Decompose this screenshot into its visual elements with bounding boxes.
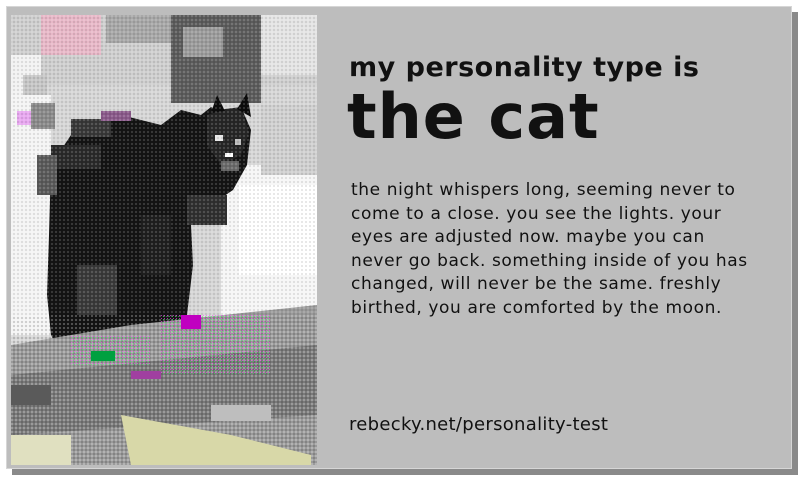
result-title: the cat — [347, 80, 600, 153]
result-subtitle: my personality type is — [349, 52, 700, 83]
cat-photo — [11, 15, 317, 465]
cat-photo-drawing — [11, 15, 317, 465]
site-link[interactable]: rebecky.net/personality-test — [349, 413, 608, 437]
result-description: the night whispers long, seeming never t… — [351, 180, 748, 318]
result-card: my personality type is the cat the night… — [6, 6, 792, 469]
